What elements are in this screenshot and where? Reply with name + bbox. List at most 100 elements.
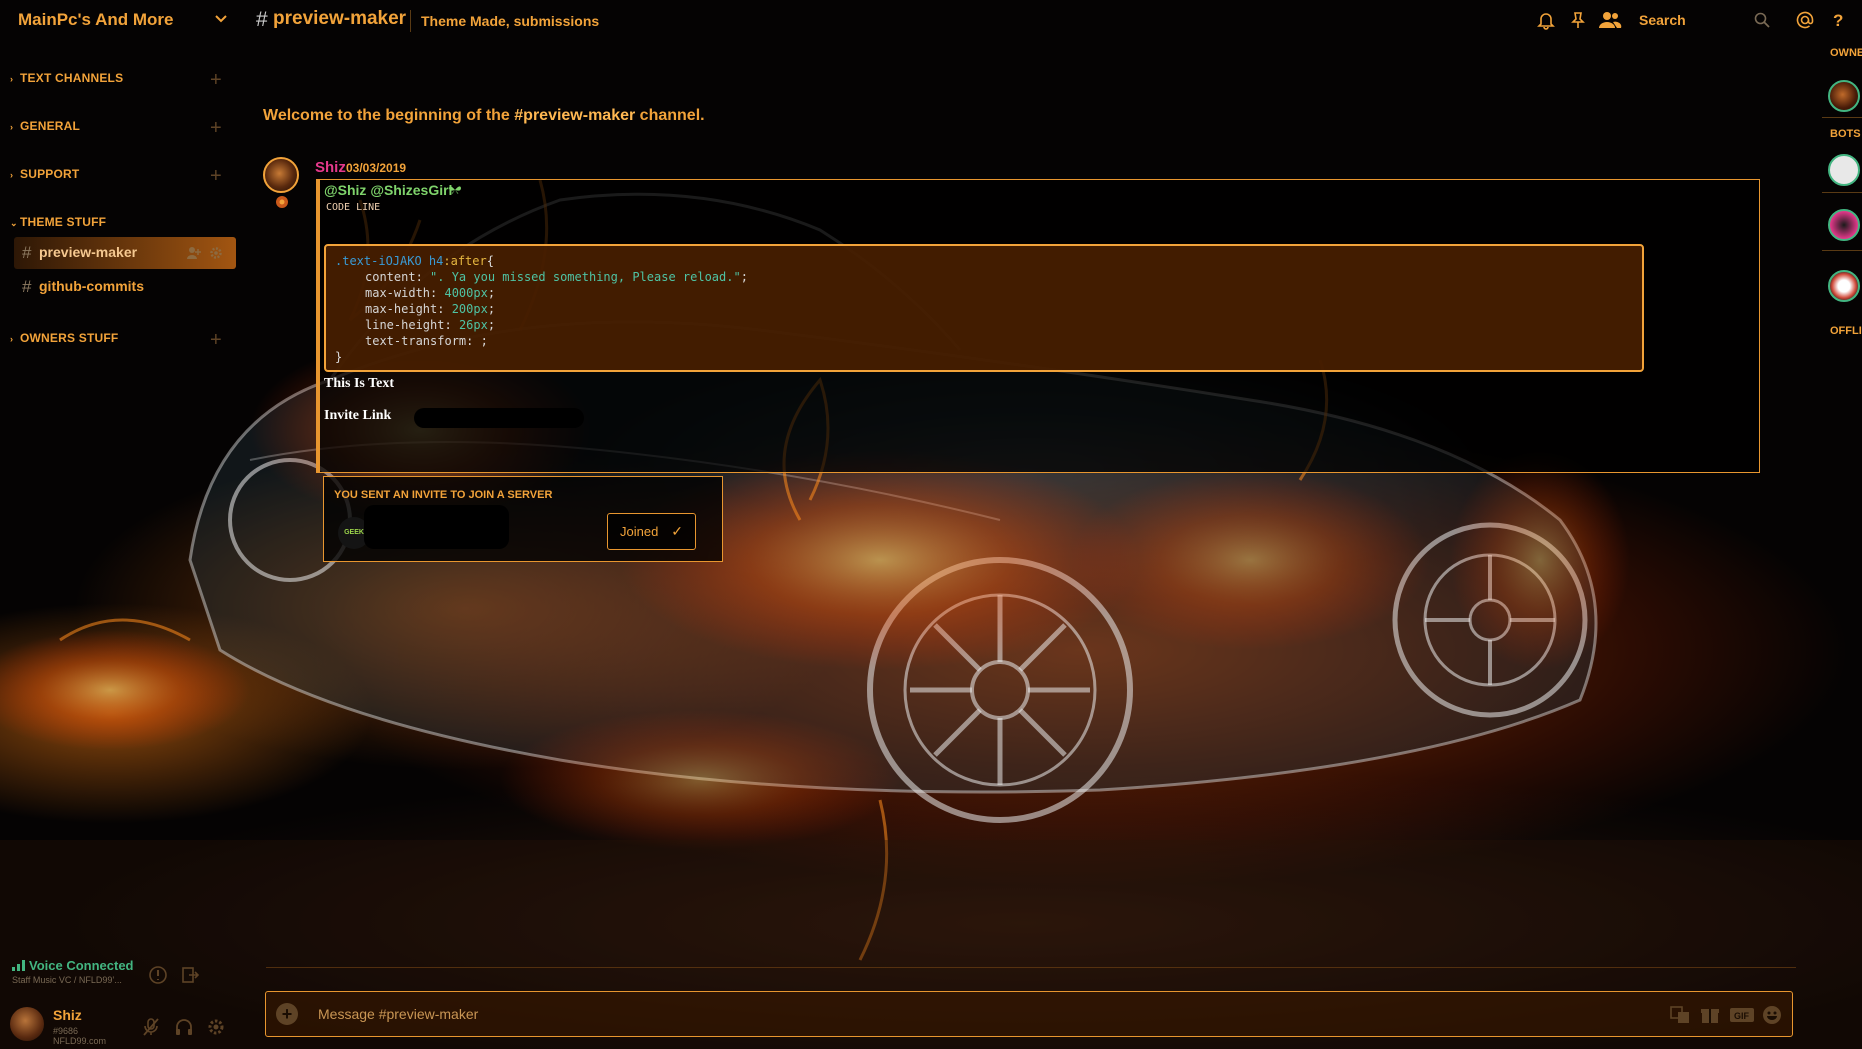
signal-icon bbox=[12, 960, 25, 971]
header-divider bbox=[410, 10, 411, 32]
sidebar-item-github-commits[interactable]: # github-commits bbox=[14, 271, 236, 303]
member-list: OWNER BOTS OFFLINE bbox=[1822, 42, 1862, 1049]
add-channel-icon[interactable]: + bbox=[210, 166, 226, 186]
chevron-right-icon: › bbox=[10, 122, 14, 132]
help-icon[interactable]: ? bbox=[1828, 10, 1848, 30]
channel-welcome-message: Welcome to the beginning of the #preview… bbox=[263, 107, 705, 125]
category-theme-stuff[interactable]: ⌄ THEME STUFF bbox=[10, 215, 106, 229]
sidebar-item-preview-maker[interactable]: # preview-maker bbox=[14, 237, 236, 269]
voice-channel-label[interactable]: Staff Music VC / NFLD99’... bbox=[12, 975, 134, 985]
gift-icon[interactable] bbox=[1699, 1004, 1721, 1026]
settings-gear-icon[interactable] bbox=[206, 1017, 226, 1037]
gif-icon[interactable]: GIF bbox=[1729, 1004, 1755, 1026]
code-prop: line-height bbox=[365, 318, 445, 332]
gear-icon[interactable] bbox=[209, 246, 223, 260]
welcome-prefix: Welcome to the beginning of the bbox=[263, 107, 515, 124]
invite-icon[interactable] bbox=[187, 246, 201, 260]
redacted-server-name bbox=[364, 505, 509, 549]
upload-plus-icon[interactable]: + bbox=[276, 1003, 298, 1025]
code-block: .text-iOJAKO h4:after{ content: ". Ya yo… bbox=[324, 244, 1644, 372]
invite-link-line: Invite Link bbox=[324, 408, 392, 423]
message-text-line: This Is Text bbox=[324, 376, 395, 391]
hash-icon: # bbox=[22, 277, 32, 296]
channel-sidebar: › TEXT CHANNELS + › GENERAL + › SUPPORT + ⌄… bbox=[0, 42, 236, 1049]
add-channel-icon[interactable]: + bbox=[210, 330, 226, 350]
member-avatar[interactable] bbox=[1828, 80, 1860, 112]
voice-status-panel: Voice Connected Staff Music VC / NFLD99’… bbox=[12, 958, 134, 985]
channel-hash-icon: # bbox=[256, 8, 268, 31]
message-author[interactable]: Shiz bbox=[315, 159, 346, 176]
members-icon[interactable] bbox=[1598, 10, 1622, 30]
add-channel-icon[interactable]: + bbox=[210, 70, 226, 90]
headphones-icon[interactable] bbox=[174, 1017, 194, 1037]
joined-label: Joined bbox=[620, 524, 659, 539]
avatar[interactable] bbox=[10, 1007, 44, 1041]
emoji-icon[interactable] bbox=[1761, 1004, 1783, 1026]
username: Shiz bbox=[53, 1007, 82, 1023]
code-value: 4000px bbox=[444, 286, 488, 300]
code-value: 26px bbox=[458, 318, 488, 332]
category-label: OWNERS STUFF bbox=[20, 331, 119, 345]
mute-microphone-icon[interactable] bbox=[141, 1017, 161, 1037]
category-owners-stuff[interactable]: › OWNERS STUFF bbox=[10, 331, 118, 345]
channel-label: github-commits bbox=[39, 278, 144, 294]
code-prop: max-width bbox=[365, 286, 431, 300]
butterfly-emoji-icon bbox=[449, 186, 461, 194]
code-line: text-transform: ; bbox=[365, 334, 488, 348]
bot-avatar[interactable] bbox=[1828, 270, 1860, 302]
code-value: 200px bbox=[451, 302, 488, 316]
message-author-avatar[interactable] bbox=[263, 157, 299, 193]
voice-connected-label[interactable]: Voice Connected bbox=[29, 958, 134, 973]
chevron-right-icon: › bbox=[10, 74, 14, 84]
search-icon[interactable] bbox=[1754, 12, 1770, 28]
hash-icon: # bbox=[22, 243, 32, 262]
composer-divider bbox=[266, 967, 1796, 968]
chevron-down-icon: ⌄ bbox=[10, 218, 18, 228]
top-header: MainPc's And More # preview-maker Theme … bbox=[0, 0, 1862, 42]
code-line-label: CODE LINE bbox=[326, 202, 381, 213]
pin-icon[interactable] bbox=[1568, 10, 1588, 30]
code-pseudo: :after bbox=[443, 254, 487, 268]
add-channel-icon[interactable]: + bbox=[210, 118, 226, 138]
message-composer: + GIF bbox=[265, 991, 1793, 1037]
code-prop: max-height bbox=[365, 302, 438, 316]
discriminator-text: #9686 bbox=[53, 1026, 79, 1036]
joined-button[interactable]: Joined ✓ bbox=[607, 513, 696, 550]
member-section-owner: OWNER bbox=[1830, 47, 1862, 59]
user-mentions[interactable]: @Shiz @ShizesGirl bbox=[324, 182, 452, 198]
code-line: max-height: 200px; bbox=[365, 302, 496, 316]
channel-title: preview-maker bbox=[273, 8, 407, 29]
chat-area: Welcome to the beginning of the #preview… bbox=[246, 42, 1796, 1049]
category-support[interactable]: › SUPPORT bbox=[10, 167, 79, 181]
search-input[interactable]: Search bbox=[1639, 12, 1686, 28]
code-value: ". Ya you missed something, Please reloa… bbox=[430, 270, 741, 284]
voice-info-icon[interactable] bbox=[148, 965, 168, 985]
disconnect-icon[interactable] bbox=[180, 965, 200, 985]
code-line: content: ". Ya you missed something, Ple… bbox=[365, 270, 748, 284]
github-bot-avatar[interactable] bbox=[1828, 154, 1860, 186]
check-icon: ✓ bbox=[671, 523, 683, 539]
code-prop: text-transform bbox=[365, 334, 467, 348]
welcome-suffix: channel. bbox=[635, 107, 705, 124]
svg-text:GIF: GIF bbox=[1734, 1011, 1750, 1021]
code-selector: .text-iOJAKO h4 bbox=[335, 254, 444, 268]
bell-icon[interactable] bbox=[1536, 10, 1556, 30]
category-text-channels[interactable]: › TEXT CHANNELS bbox=[10, 71, 123, 85]
chevron-down-icon[interactable] bbox=[214, 12, 228, 26]
message-input[interactable] bbox=[318, 1006, 1418, 1022]
welcome-channel-link[interactable]: #preview-maker bbox=[514, 107, 635, 124]
server-name[interactable]: MainPc's And More bbox=[18, 10, 174, 30]
message-body: @Shiz @ShizesGirl CODE LINE .text-iOJAKO… bbox=[316, 179, 1760, 473]
category-label: THEME STUFF bbox=[20, 215, 107, 229]
member-divider bbox=[1822, 192, 1862, 193]
nitro-badge-icon bbox=[276, 196, 288, 208]
code-line: max-width: 4000px; bbox=[365, 286, 496, 300]
translate-icon[interactable] bbox=[1669, 1004, 1691, 1026]
channel-topic[interactable]: Theme Made, submissions bbox=[421, 13, 599, 29]
category-general[interactable]: › GENERAL bbox=[10, 119, 80, 133]
category-label: SUPPORT bbox=[20, 167, 80, 181]
bot-avatar[interactable] bbox=[1828, 209, 1860, 241]
user-discriminator: #9686 NFLD99.com bbox=[53, 1026, 143, 1046]
mentions-icon[interactable] bbox=[1795, 10, 1815, 30]
member-divider bbox=[1822, 250, 1862, 251]
